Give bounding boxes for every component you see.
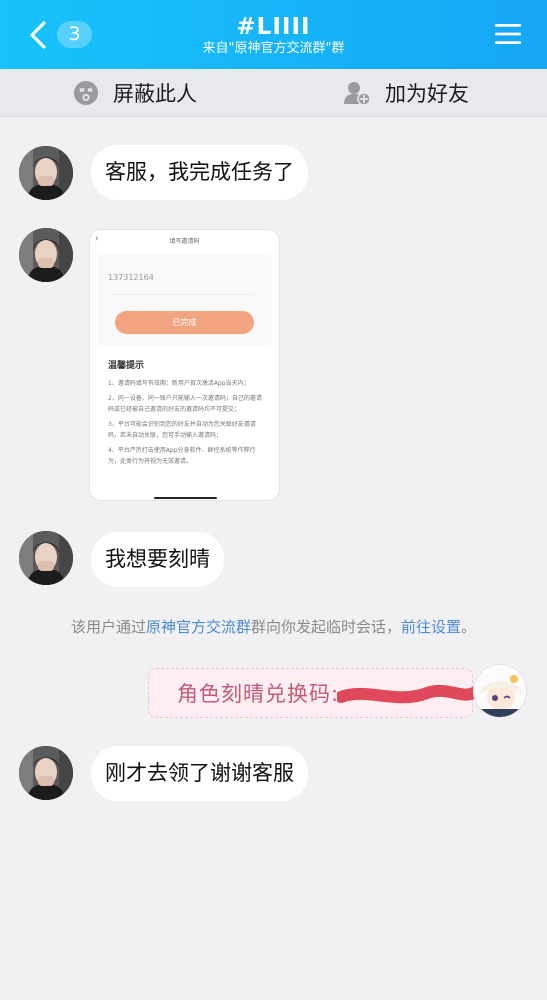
- block-user-icon: [74, 81, 98, 105]
- user-photo-icon: [19, 146, 73, 200]
- add-friend-icon: [344, 82, 371, 106]
- message-bubble[interactable]: 我想要刻晴: [91, 532, 224, 587]
- tip-item: 2、同一设备、同一账户只能输入一次邀请码；自己的邀请码或已经被自己邀请的好友的邀…: [108, 395, 262, 413]
- settings-link[interactable]: 前往设置: [401, 618, 461, 636]
- sticker-message[interactable]: 角色刻晴兑换码:: [148, 668, 477, 718]
- tip-item: 1、邀请码填写有效期：新用户首次激活App当天内；: [108, 380, 250, 387]
- notice-prefix: 该用户通过: [70, 618, 146, 636]
- avatar[interactable]: [19, 746, 73, 800]
- tip-item: 3、平台可能会识别到您的好友并自动为您关联好友邀请码，若未自动关联，您可手动输入…: [108, 421, 256, 439]
- chat-subtitle: 来自"原神官方交流群"群: [202, 41, 345, 56]
- message-bubble[interactable]: 刚才去领了谢谢客服: [91, 746, 308, 801]
- tips-title: 温馨提示: [108, 361, 145, 371]
- tips-list: 1、邀请码填写有效期：新用户首次激活App当天内； 2、同一设备、同一账户只能输…: [108, 378, 266, 471]
- tip-item: 4、平台严厉打击使用App分身软件、群控系统等作弊行为，此类行为将视为无效邀请。: [108, 447, 256, 465]
- avatar[interactable]: [19, 531, 73, 585]
- message-bubble[interactable]: 客服，我完成任务了: [91, 145, 308, 200]
- avatar[interactable]: [19, 228, 73, 282]
- add-friend-button[interactable]: 加为好友: [343, 69, 469, 117]
- chat-title: #LIIII: [236, 14, 311, 40]
- chat-header: 3 #LIIII 来自"原神官方交流群"群: [0, 0, 547, 69]
- group-link[interactable]: 原神官方交流群: [146, 618, 251, 636]
- block-user-button[interactable]: 屏蔽此人: [73, 69, 197, 117]
- notice-middle: 群向你发起临时会话，: [250, 618, 401, 636]
- divider: [108, 294, 254, 295]
- invite-code-value: 137312164: [108, 273, 154, 282]
- action-bar: 屏蔽此人 加为好友: [0, 69, 547, 117]
- block-user-label: 屏蔽此人: [113, 82, 197, 106]
- notice-suffix: 。: [461, 618, 477, 636]
- home-indicator: [154, 497, 217, 499]
- sticker-text: 角色刻晴兑换码:: [177, 682, 340, 706]
- user-photo-icon: [19, 531, 73, 585]
- avatar[interactable]: [19, 146, 73, 200]
- add-friend-label: 加为好友: [385, 82, 469, 106]
- hamburger-menu-icon[interactable]: [494, 22, 522, 46]
- anime-avatar-icon: [474, 665, 526, 717]
- completed-button: 已完成: [115, 311, 254, 334]
- user-photo-icon: [19, 746, 73, 800]
- redaction-scribble: [337, 684, 477, 704]
- image-topbar: ‹ 填写邀请码: [90, 230, 279, 252]
- image-title: 填写邀请码: [169, 238, 200, 245]
- temp-session-notice: 该用户通过原神官方交流群群向你发起临时会话，前往设置。: [0, 617, 547, 637]
- user-photo-icon: [19, 228, 73, 282]
- my-avatar[interactable]: [473, 664, 527, 718]
- image-message[interactable]: ‹ 填写邀请码 137312164 已完成 温馨提示 1、邀请码填写有效期：新用…: [89, 229, 280, 501]
